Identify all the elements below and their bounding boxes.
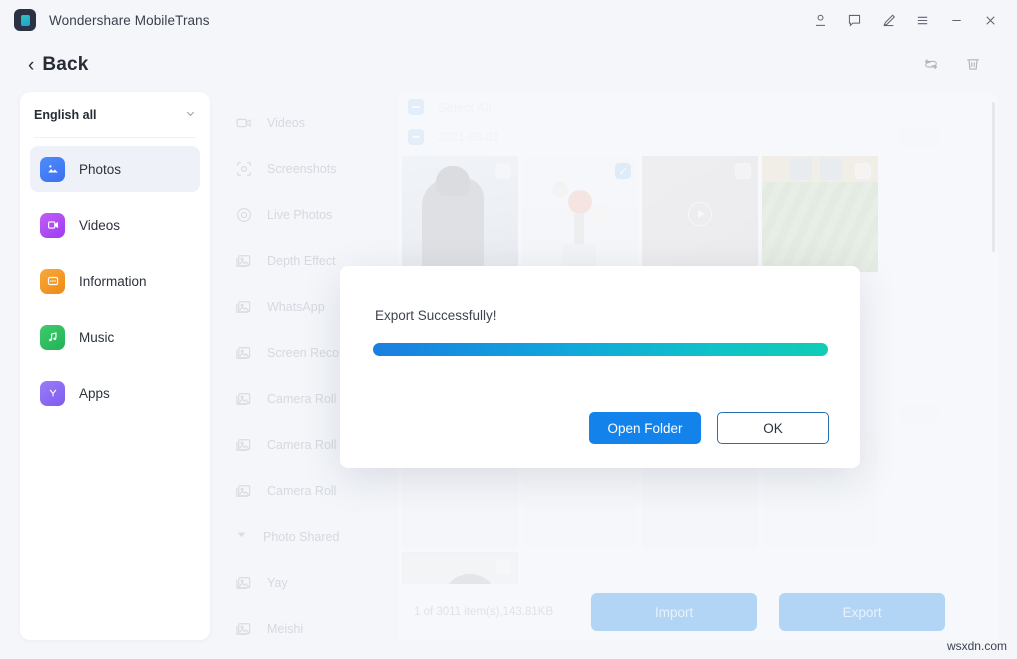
category-item-live-photos[interactable]: Live Photos: [222, 192, 396, 238]
video-camera-icon: [234, 113, 254, 133]
category-label: Camera Roll: [267, 484, 336, 498]
app-title: Wondershare MobileTrans: [49, 13, 210, 28]
app-window: Wondershare MobileTrans: [0, 0, 1017, 659]
action-footer: 1 of 3011 item(s),143.81KB Import Export: [398, 584, 998, 640]
live-photo-icon: [234, 205, 254, 225]
sidebar-nav: Photos Videos Information Music: [20, 138, 210, 416]
refresh-icon[interactable]: [921, 54, 943, 76]
thumbnail-item-video[interactable]: [642, 156, 758, 272]
select-all-label: Select All: [438, 100, 491, 115]
thumbnail-checkbox[interactable]: [735, 163, 751, 179]
thumbnail-item[interactable]: [762, 156, 878, 272]
category-label: Screenshots: [267, 162, 336, 176]
photo-stack-icon: [234, 435, 254, 455]
category-item-videos[interactable]: Videos: [222, 100, 396, 146]
select-all-checkbox[interactable]: [408, 99, 424, 115]
delete-icon[interactable]: [963, 54, 985, 76]
app-logo-icon: [14, 9, 36, 31]
minimize-icon[interactable]: [939, 3, 973, 37]
group-date: 2021-08-31: [438, 130, 499, 144]
sidebar-label-music: Music: [79, 330, 114, 345]
group-count-badge: 9: [898, 404, 940, 423]
window-controls: [803, 0, 1017, 40]
screenshot-icon: [234, 159, 254, 179]
category-item-yay[interactable]: Yay: [222, 560, 396, 606]
photos-icon: [40, 157, 65, 182]
export-button[interactable]: Export: [779, 593, 945, 631]
category-group-photo-shared[interactable]: Photo Shared: [222, 514, 396, 560]
chevron-left-icon: ‹: [28, 56, 34, 75]
thumbnail-item[interactable]: [402, 156, 518, 272]
progress-bar: [373, 343, 828, 356]
sidebar-label-videos: Videos: [79, 218, 120, 233]
music-icon: [40, 325, 65, 350]
sidebar-label-apps: Apps: [79, 386, 110, 401]
back-button[interactable]: ‹ Back: [28, 54, 89, 76]
thumbnail-checkbox[interactable]: [495, 559, 511, 575]
page-header: ‹ Back: [0, 40, 1017, 90]
videos-icon: [40, 213, 65, 238]
category-item-meishi[interactable]: Meishi: [222, 606, 396, 652]
scrollbar-thumb[interactable]: [992, 102, 995, 252]
export-success-dialog: Export Successfully! Open Folder OK: [340, 266, 860, 468]
sidebar: English all Photos Videos: [20, 92, 210, 640]
apps-icon: [40, 381, 65, 406]
photo-stack-icon: [234, 481, 254, 501]
dialog-actions: Open Folder OK: [589, 412, 829, 444]
photo-stack-icon: [234, 619, 254, 639]
open-folder-button[interactable]: Open Folder: [589, 412, 701, 444]
selection-info: 1 of 3011 item(s),143.81KB: [414, 606, 553, 618]
sidebar-label-information: Information: [79, 274, 147, 289]
scrollbar-track[interactable]: [992, 96, 996, 636]
category-item-screenshots[interactable]: Screenshots: [222, 146, 396, 192]
information-icon: [40, 269, 65, 294]
thumbnail-checkbox[interactable]: [855, 163, 871, 179]
sidebar-label-photos: Photos: [79, 162, 121, 177]
select-all-row[interactable]: Select All: [398, 92, 998, 122]
photo-stack-icon: [234, 389, 254, 409]
photo-stack-icon: [234, 573, 254, 593]
account-icon[interactable]: [803, 3, 837, 37]
menu-icon[interactable]: [905, 3, 939, 37]
sidebar-item-music[interactable]: Music: [30, 314, 200, 360]
sidebar-item-videos[interactable]: Videos: [30, 202, 200, 248]
category-label: Camera Roll: [267, 438, 336, 452]
group-count-badge: 5: [898, 128, 940, 147]
close-icon[interactable]: [973, 3, 1007, 37]
header-toolbar: [921, 54, 1017, 76]
category-label: Live Photos: [267, 208, 332, 222]
edit-icon[interactable]: [871, 3, 905, 37]
play-icon: [688, 202, 712, 226]
category-label: Photo Shared: [263, 530, 339, 544]
photo-stack-icon: [234, 297, 254, 317]
caret-down-icon: [236, 527, 248, 547]
group-checkbox[interactable]: [408, 129, 424, 145]
photo-stack-icon: [234, 251, 254, 271]
language-select[interactable]: English all: [34, 92, 196, 138]
dialog-message: Export Successfully!: [375, 308, 497, 323]
category-item-camera-roll-3[interactable]: Camera Roll: [222, 468, 396, 514]
back-label: Back: [42, 54, 88, 76]
feedback-icon[interactable]: [837, 3, 871, 37]
sidebar-item-photos[interactable]: Photos: [30, 146, 200, 192]
category-label: WhatsApp: [267, 300, 325, 314]
import-button[interactable]: Import: [591, 593, 757, 631]
photo-stack-icon: [234, 343, 254, 363]
category-label: Yay: [267, 576, 288, 590]
thumbnail-item[interactable]: ✓: [522, 156, 638, 272]
date-group-header[interactable]: 2021-08-31 5: [398, 122, 998, 152]
title-bar: Wondershare MobileTrans: [0, 0, 1017, 40]
chevron-down-icon: [185, 108, 196, 122]
thumbnail-checkbox[interactable]: [495, 163, 511, 179]
watermark: wsxdn.com: [947, 639, 1007, 653]
category-label: Meishi: [267, 622, 303, 636]
language-label: English all: [34, 108, 97, 122]
sidebar-item-apps[interactable]: Apps: [30, 370, 200, 416]
category-label: Videos: [267, 116, 305, 130]
thumbnail-checkbox-checked[interactable]: ✓: [615, 163, 631, 179]
ok-button[interactable]: OK: [717, 412, 829, 444]
category-label: Depth Effect: [267, 254, 336, 268]
category-label: Camera Roll: [267, 392, 336, 406]
sidebar-item-information[interactable]: Information: [30, 258, 200, 304]
